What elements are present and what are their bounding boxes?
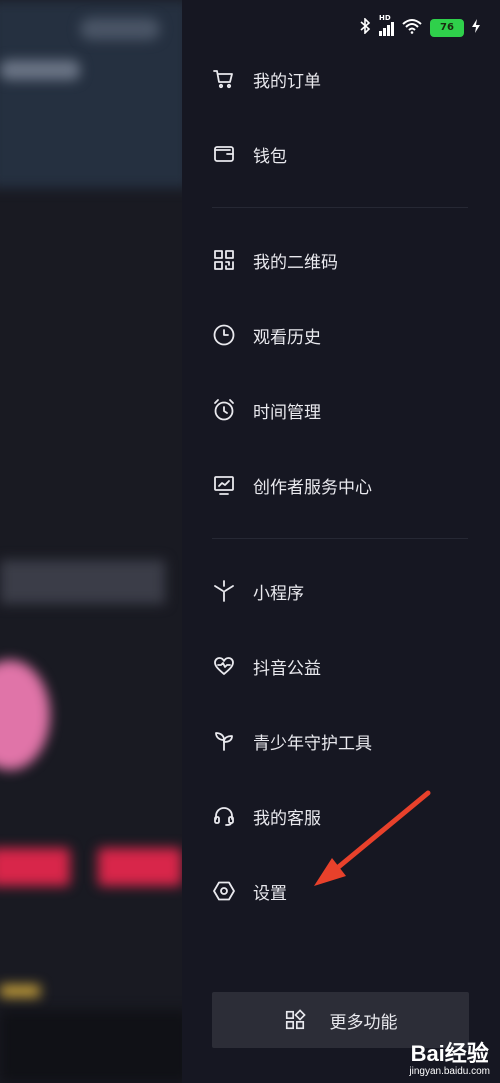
headset-icon — [212, 804, 236, 828]
baidu-jingyan-watermark: Bai经验 jingyan.baidu.com — [409, 1036, 490, 1077]
menu-item-label: 时间管理 — [253, 402, 321, 423]
menu-item-history[interactable]: 观看历史 — [212, 315, 321, 355]
menu-item-label: 青少年守护工具 — [253, 733, 372, 754]
status-bar: HD 76 — [359, 14, 480, 37]
menu-item-label: 我的二维码 — [253, 252, 338, 273]
menu-item-label: 我的订单 — [253, 71, 321, 92]
asterisk-icon — [212, 579, 236, 603]
menu-item-label: 设置 — [253, 883, 287, 904]
cellular-signal-icon: HD — [379, 14, 394, 36]
cart-icon — [212, 67, 236, 91]
menu-item-creator-center[interactable]: 创作者服务中心 — [212, 465, 372, 505]
menu-item-wallet[interactable]: 钱包 — [212, 134, 287, 174]
sprout-icon — [212, 729, 236, 753]
menu-item-label: 小程序 — [253, 583, 304, 604]
divider — [212, 538, 468, 539]
side-drawer: HD 76 我的订单 钱包 我的二维码 观看历史 时间管理 创作者服务中心 小程… — [182, 0, 500, 1083]
wifi-icon — [402, 18, 422, 37]
monitor-chart-icon — [212, 473, 236, 497]
hexagon-settings-icon — [212, 879, 236, 903]
clock-icon — [212, 323, 236, 347]
menu-item-label: 我的客服 — [253, 808, 321, 829]
menu-item-customer-service[interactable]: 我的客服 — [212, 796, 321, 836]
divider — [212, 207, 468, 208]
menu-item-label: 创作者服务中心 — [253, 477, 372, 498]
battery-indicator: 76 — [430, 18, 464, 37]
more-functions-label: 更多功能 — [329, 1012, 398, 1033]
bluetooth-icon — [359, 17, 371, 37]
charging-bolt-icon — [472, 19, 480, 36]
wallet-icon — [212, 142, 236, 166]
menu-item-youth-protection[interactable]: 青少年守护工具 — [212, 721, 372, 761]
alarm-icon — [212, 398, 236, 422]
menu-item-label: 抖音公益 — [253, 658, 321, 679]
menu-item-mini-programs[interactable]: 小程序 — [212, 571, 304, 611]
watermark-brand: Bai经验 — [410, 1041, 489, 1066]
menu-item-qrcode[interactable]: 我的二维码 — [212, 240, 338, 280]
menu-item-orders[interactable]: 我的订单 — [212, 59, 321, 99]
heart-wave-icon — [212, 654, 236, 678]
menu-item-settings[interactable]: 设置 — [212, 871, 287, 911]
menu-item-label: 钱包 — [253, 146, 287, 167]
menu-item-label: 观看历史 — [253, 327, 321, 348]
watermark-url: jingyan.baidu.com — [409, 1066, 490, 1077]
background-app-blurred — [0, 0, 182, 1083]
hd-label: HD — [379, 13, 391, 22]
grid-apps-icon — [285, 1009, 306, 1030]
qrcode-icon — [212, 248, 236, 272]
menu-item-time-management[interactable]: 时间管理 — [212, 390, 321, 430]
menu-item-charity[interactable]: 抖音公益 — [212, 646, 321, 686]
